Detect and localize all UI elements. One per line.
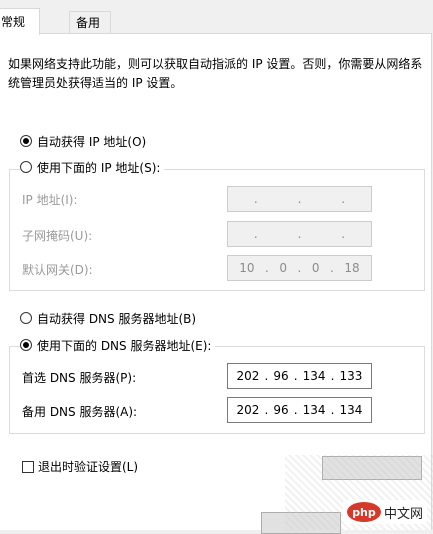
- manual-dns-option[interactable]: 使用下面的 DNS 服务器地址(E):: [20, 336, 216, 354]
- subnet-mask-label: 子网掩码(U):: [22, 229, 93, 243]
- default-gateway-label: 默认网关(D):: [22, 263, 93, 277]
- description-text: 如果网络支持此功能，则可以获取自动指派的 IP 设置。否则，你需要从网络系统管理…: [8, 57, 423, 90]
- watermark-text: 中文网: [383, 506, 423, 522]
- ip-address-label: IP 地址(I):: [22, 193, 78, 207]
- validate-on-exit-label: 退出时验证设置(L): [38, 460, 139, 474]
- default-gateway-field[interactable]: 10. 0. 0. 18: [227, 255, 372, 281]
- auto-dns-radio[interactable]: [20, 312, 32, 324]
- ip-address-field[interactable]: ...: [227, 186, 372, 212]
- auto-ip-option[interactable]: 自动获得 IP 地址(O): [20, 132, 146, 150]
- preferred-dns-label: 首选 DNS 服务器(P):: [22, 371, 137, 385]
- manual-ip-radio[interactable]: [20, 161, 32, 173]
- alternate-dns-label: 备用 DNS 服务器(A):: [22, 405, 138, 419]
- site-watermark: php 中文网: [342, 500, 427, 524]
- manual-ip-label: 使用下面的 IP 地址(S):: [37, 160, 161, 175]
- manual-ip-option[interactable]: 使用下面的 IP 地址(S):: [20, 158, 165, 176]
- manual-dns-radio[interactable]: [20, 339, 32, 351]
- php-logo-icon: php: [346, 502, 381, 522]
- preferred-dns-field[interactable]: 202. 96. 134. 133: [227, 363, 372, 389]
- auto-dns-option[interactable]: 自动获得 DNS 服务器地址(B): [20, 309, 196, 327]
- auto-ip-radio[interactable]: [20, 135, 32, 147]
- tab-alternate-config[interactable]: 备用配置: [69, 11, 111, 52]
- manual-dns-label: 使用下面的 DNS 服务器地址(E):: [37, 338, 212, 353]
- auto-ip-label: 自动获得 IP 地址(O): [37, 134, 147, 149]
- tab-general[interactable]: 常规: [0, 8, 40, 35]
- auto-dns-label: 自动获得 DNS 服务器地址(B): [37, 311, 197, 326]
- tab-strip: 常规 备用配置: [0, 0, 433, 52]
- validate-on-exit-checkbox[interactable]: [22, 460, 34, 473]
- alternate-dns-field[interactable]: 202. 96. 134. 134: [227, 397, 372, 423]
- validate-on-exit-option[interactable]: 退出时验证设置(L): [22, 458, 138, 475]
- subnet-mask-field[interactable]: ...: [227, 221, 372, 247]
